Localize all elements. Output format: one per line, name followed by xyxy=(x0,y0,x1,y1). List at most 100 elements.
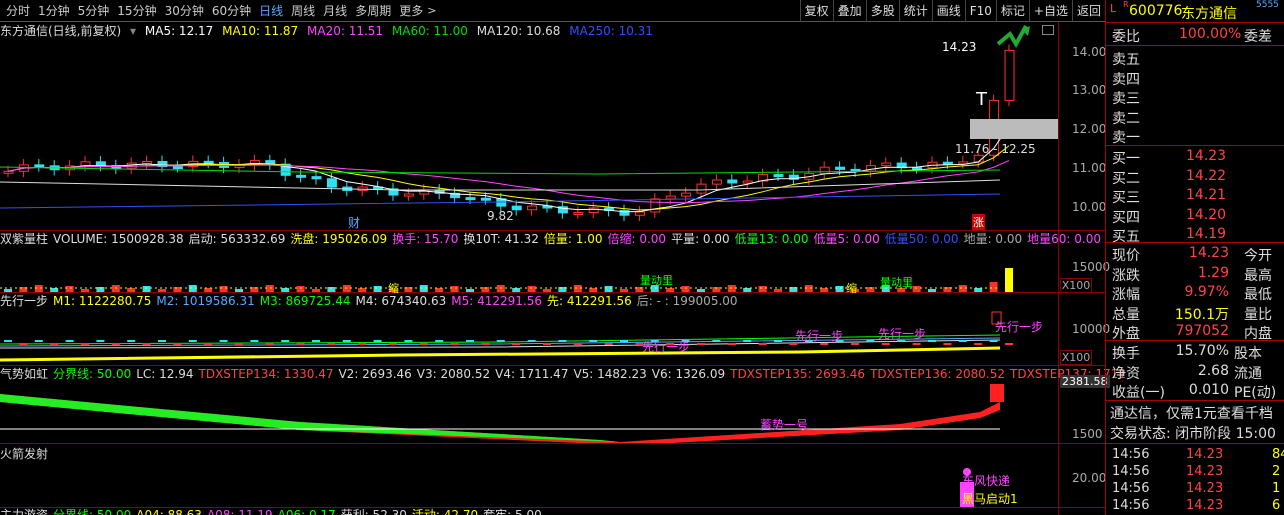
f10-button[interactable]: F10 xyxy=(964,0,996,22)
t-mark: T xyxy=(976,89,987,110)
candle-body xyxy=(835,166,846,170)
weibi-label: 委比 xyxy=(1112,29,1140,45)
stat-value: 0.010 xyxy=(1188,382,1229,399)
tick-price: 14.23 xyxy=(1186,464,1224,479)
candle-body xyxy=(681,192,692,197)
tab-15min[interactable]: 15分钟 xyxy=(113,2,160,19)
mark-button[interactable]: 标记 xyxy=(995,0,1029,22)
stat-row: 涨幅 9.97% 最低 xyxy=(1106,283,1284,303)
buy-row[interactable]: 买二 14.22 xyxy=(1106,167,1284,187)
stat-value: 9.97% xyxy=(1184,284,1229,301)
l-flag: L xyxy=(1110,2,1117,15)
tab-60min[interactable]: 60分钟 xyxy=(208,2,255,19)
xian-mark xyxy=(851,343,859,345)
period-toolbar: 分时 1分钟 5分钟 15分钟 30分钟 60分钟 日线 周线 月线 多周期 更… xyxy=(0,0,1105,22)
tab-fenshi[interactable]: 分时 xyxy=(2,2,34,19)
buy-level-label: 买一 xyxy=(1112,151,1140,167)
sell-row[interactable]: 卖五 xyxy=(1106,48,1284,68)
candle-body xyxy=(665,195,676,200)
volume-bar xyxy=(974,288,983,292)
draw-line-button[interactable]: 画线 xyxy=(931,0,965,22)
buy-row[interactable]: 买四 14.20 xyxy=(1106,206,1284,226)
huo-y-tick: 20.00 xyxy=(1072,471,1107,485)
tab-more[interactable]: 更多 xyxy=(395,2,427,19)
add-watchlist-button[interactable]: +自选 xyxy=(1028,0,1072,22)
xian-legend-item: 先行一步 xyxy=(0,294,49,308)
candlestick-chart[interactable] xyxy=(0,22,1058,230)
limit-up-mark[interactable]: 涨 xyxy=(972,214,985,230)
weicha-label: 委差 xyxy=(1244,29,1272,45)
tab-5min[interactable]: 5分钟 xyxy=(74,2,114,19)
candle-body xyxy=(296,174,307,178)
candle-body xyxy=(95,161,106,167)
volume-bar xyxy=(928,289,936,292)
vol-label-2: 量动里 xyxy=(640,274,673,287)
sell-row[interactable]: 卖一 xyxy=(1106,126,1284,146)
stat-row: 净资 2.68 流通 xyxy=(1106,362,1284,382)
sell-row[interactable]: 卖三 xyxy=(1106,87,1284,107)
tab-30min[interactable]: 30分钟 xyxy=(161,2,208,19)
stat-label-right: 最高 xyxy=(1244,267,1272,284)
xian-mark xyxy=(19,343,28,345)
tab-daily[interactable]: 日线 xyxy=(255,2,287,19)
qi-y-tick: 1500 xyxy=(1072,427,1103,441)
stat-row: 总量 150.1万 量比 xyxy=(1106,303,1284,323)
zhu-legend-item: 分界线: 50.00 xyxy=(53,508,132,515)
finance-mark[interactable]: 财 xyxy=(348,214,360,231)
volume-bar xyxy=(127,288,136,292)
qi-legend-item: 气势如虹 xyxy=(0,367,49,381)
sell-row[interactable]: 卖二 xyxy=(1106,107,1284,127)
y-tick-13: 13.00 xyxy=(1072,83,1107,97)
xian-mark xyxy=(188,340,197,342)
qi-legend-item: LC: 12.94 xyxy=(136,367,194,381)
sell-row[interactable]: 卖四 xyxy=(1106,68,1284,88)
buy-price: 14.21 xyxy=(1186,187,1227,204)
tick-row: 14:56 14.23 2 xyxy=(1106,463,1284,480)
volume-bar xyxy=(435,288,444,292)
ma120-line xyxy=(0,179,1001,191)
xian-mark xyxy=(296,343,305,345)
qi-legend-item: TDXSTEP134: 1330.47 xyxy=(198,367,334,381)
volume-bar xyxy=(697,289,705,292)
zhu-legend-item: 套牢: 5.00 xyxy=(483,508,542,515)
vol-legend-item: 换10T: 41.32 xyxy=(463,232,539,246)
xian-mark xyxy=(158,340,166,342)
stats-button[interactable]: 统计 xyxy=(898,0,932,22)
quote-stats-2: 换手 15.70% 股本 净资 2.68 流通 收益(一) 0.010 PE(动) xyxy=(1106,342,1284,401)
volume-bar xyxy=(373,286,382,292)
y-tick-11: 11.00 xyxy=(1072,161,1107,175)
high-price-label: 14.23 xyxy=(942,40,977,54)
corner-code: 5555 xyxy=(1256,0,1279,10)
tab-1min[interactable]: 1分钟 xyxy=(34,2,74,19)
candle-body xyxy=(465,197,476,201)
xian-legend-item: M4: 674340.63 xyxy=(355,294,447,308)
tab-weekly[interactable]: 周线 xyxy=(287,2,319,19)
vol-unit: X100 xyxy=(1060,278,1092,293)
buy-row[interactable]: 买一 14.23 xyxy=(1106,147,1284,167)
stat-label-right: 今开 xyxy=(1244,248,1272,264)
volume-bar xyxy=(4,289,12,292)
stat-label: 净资 xyxy=(1112,365,1140,382)
qi-last-bar xyxy=(990,384,1004,402)
candle-body xyxy=(573,211,584,215)
notice-link[interactable]: 通达信，仅需1元查看千档 xyxy=(1110,403,1273,423)
xian-mark xyxy=(373,340,382,342)
overlay-button[interactable]: 叠加 xyxy=(832,0,866,22)
buy-row[interactable]: 买三 14.21 xyxy=(1106,186,1284,206)
tab-monthly[interactable]: 月线 xyxy=(319,2,351,19)
tab-multi-period[interactable]: 多周期 xyxy=(351,2,395,19)
back-button[interactable]: 返回 xyxy=(1071,0,1105,22)
stat-value: 14.23 xyxy=(1188,245,1229,261)
qishi-chart[interactable] xyxy=(0,382,1058,443)
candle-body xyxy=(634,211,645,216)
stat-row: 现价 14.23 今开 xyxy=(1106,244,1284,264)
restore-right-button[interactable]: 复权 xyxy=(799,0,833,22)
tick-row: 14:56 14.23 6 xyxy=(1106,497,1284,514)
huojian-chart[interactable] xyxy=(0,462,1058,507)
stat-row: 换手 15.70% 股本 xyxy=(1106,342,1284,362)
xian-label-3: 先行一步 xyxy=(878,327,927,341)
xian-mark xyxy=(34,340,43,342)
candle-body xyxy=(480,197,491,201)
multi-stock-button[interactable]: 多股 xyxy=(865,0,899,22)
xian-mark xyxy=(96,340,105,342)
